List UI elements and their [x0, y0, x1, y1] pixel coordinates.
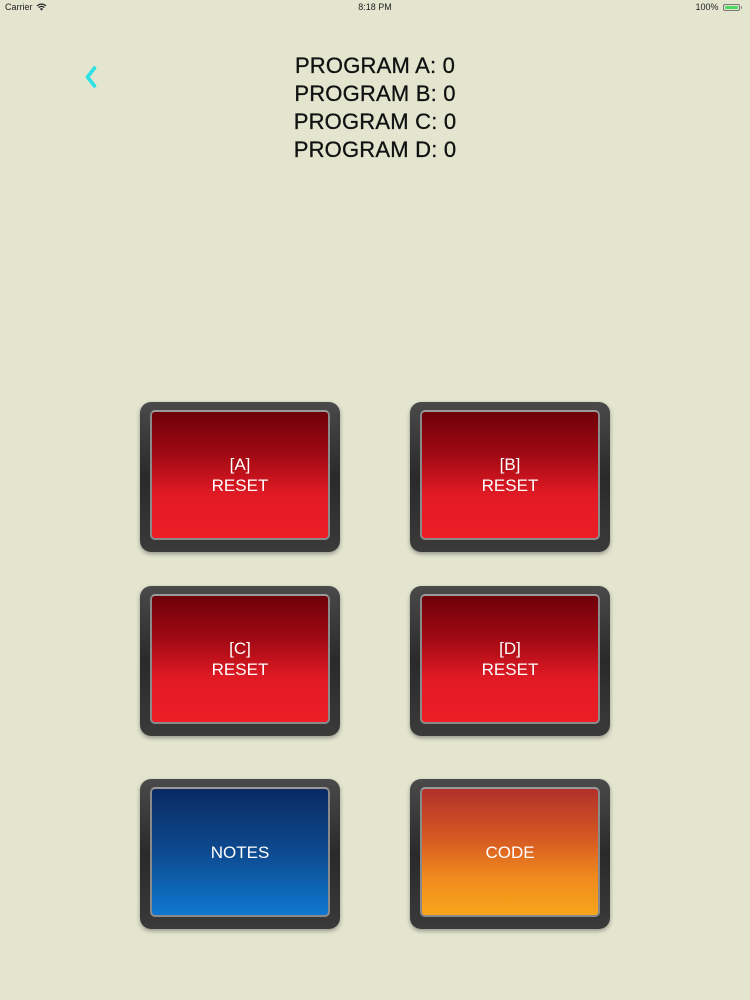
program-b-count: PROGRAM B: 0 [294, 81, 456, 106]
status-time: 8:18 PM [358, 2, 392, 12]
reset-b-label: RESET [481, 476, 539, 495]
reset-c-button[interactable]: [C] RESET [140, 586, 340, 736]
battery-fill [724, 5, 738, 9]
reset-d-label: RESET [481, 660, 539, 679]
reset-a-button[interactable]: [A] RESET [140, 402, 340, 552]
reset-a-label: RESET [211, 476, 269, 495]
reset-b-face: [B] RESET [420, 410, 600, 540]
reset-b-button[interactable]: [B] RESET [410, 402, 610, 552]
reset-c-id: [C] [229, 639, 251, 658]
reset-d-id: [D] [499, 639, 521, 658]
reset-c-label: RESET [211, 660, 269, 679]
reset-d-face: [D] RESET [420, 594, 600, 724]
code-label: CODE [485, 842, 535, 862]
reset-a-face: [A] RESET [150, 410, 330, 540]
reset-a-id: [A] [229, 455, 251, 474]
notes-face: NOTES [150, 787, 330, 917]
battery-icon [722, 3, 742, 11]
reset-c-face: [C] RESET [150, 594, 330, 724]
reset-b-id: [B] [499, 455, 521, 474]
battery-percent: 100% [695, 2, 719, 12]
program-d-count: PROGRAM D: 0 [293, 137, 457, 162]
reset-d-button[interactable]: [D] RESET [410, 586, 610, 736]
program-c-count: PROGRAM C: 0 [293, 109, 457, 134]
notes-label: NOTES [210, 842, 270, 862]
notes-button[interactable]: NOTES [140, 779, 340, 929]
status-bar: Carrier 8:18 PM 100% [0, 0, 750, 16]
code-button[interactable]: CODE [410, 779, 610, 929]
program-a-count: PROGRAM A: 0 [294, 53, 456, 78]
code-face: CODE [420, 787, 600, 917]
status-right: 100% [695, 2, 742, 12]
program-counters: PROGRAM A: 0 PROGRAM B: 0 PROGRAM C: 0 P… [0, 52, 750, 164]
